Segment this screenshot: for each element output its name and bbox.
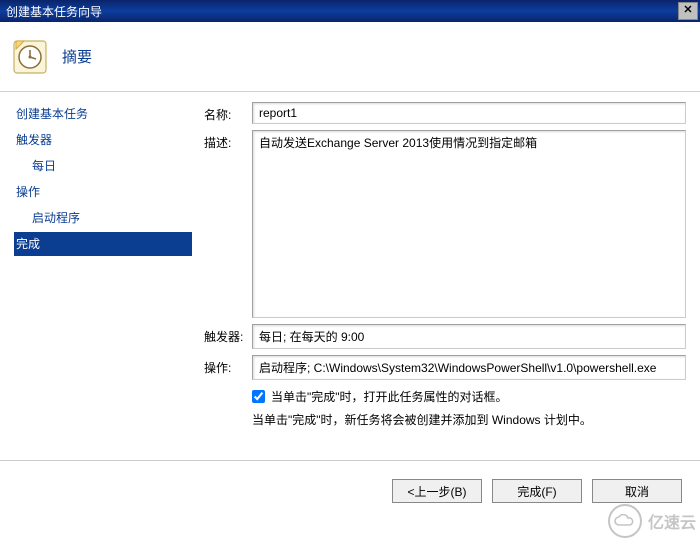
open-properties-label: 当单击"完成"时，打开此任务属性的对话框。 xyxy=(271,388,508,405)
clock-icon xyxy=(12,39,48,75)
sidebar-item-daily[interactable]: 每日 xyxy=(14,154,192,178)
open-properties-checkbox[interactable] xyxy=(252,390,265,403)
back-button[interactable]: <上一步(B) xyxy=(392,479,482,503)
label-desc: 描述: xyxy=(204,130,252,151)
page-title: 摘要 xyxy=(62,46,92,67)
finish-button[interactable]: 完成(F) xyxy=(492,479,582,503)
label-action: 操作: xyxy=(204,355,252,376)
window-title: 创建基本任务向导 xyxy=(6,3,102,20)
info-text: 当单击"完成"时，新任务将会被创建并添加到 Windows 计划中。 xyxy=(252,407,686,432)
field-name: report1 xyxy=(252,102,686,124)
row-desc: 描述: 自动发送Exchange Server 2013使用情况到指定邮箱 xyxy=(204,130,686,318)
sidebar-item-start-program[interactable]: 启动程序 xyxy=(14,206,192,230)
sidebar-item-finish[interactable]: 完成 xyxy=(14,232,192,256)
cancel-button[interactable]: 取消 xyxy=(592,479,682,503)
sidebar-item-trigger[interactable]: 触发器 xyxy=(14,128,192,152)
open-properties-checkbox-row[interactable]: 当单击"完成"时，打开此任务属性的对话框。 xyxy=(252,386,686,407)
row-action: 操作: 启动程序; C:\Windows\System32\WindowsPow… xyxy=(204,355,686,380)
label-trigger: 触发器: xyxy=(204,324,252,345)
field-action: 启动程序; C:\Windows\System32\WindowsPowerSh… xyxy=(252,355,686,380)
wizard-footer: <上一步(B) 完成(F) 取消 xyxy=(0,460,700,538)
close-button[interactable]: ✕ xyxy=(678,2,698,20)
row-trigger: 触发器: 每日; 在每天的 9:00 xyxy=(204,324,686,349)
titlebar: 创建基本任务向导 ✕ xyxy=(0,0,700,22)
label-name: 名称: xyxy=(204,102,252,123)
row-name: 名称: report1 xyxy=(204,102,686,124)
sidebar-nav: 创建基本任务 触发器 每日 操作 启动程序 完成 xyxy=(0,92,192,460)
sidebar-item-create[interactable]: 创建基本任务 xyxy=(14,102,192,126)
wizard-body: 创建基本任务 触发器 每日 操作 启动程序 完成 名称: report1 描述:… xyxy=(0,92,700,460)
field-desc: 自动发送Exchange Server 2013使用情况到指定邮箱 xyxy=(252,130,686,318)
wizard-header: 摘要 xyxy=(0,22,700,92)
field-trigger: 每日; 在每天的 9:00 xyxy=(252,324,686,349)
sidebar-item-action[interactable]: 操作 xyxy=(14,180,192,204)
form-content: 名称: report1 描述: 自动发送Exchange Server 2013… xyxy=(192,92,700,460)
